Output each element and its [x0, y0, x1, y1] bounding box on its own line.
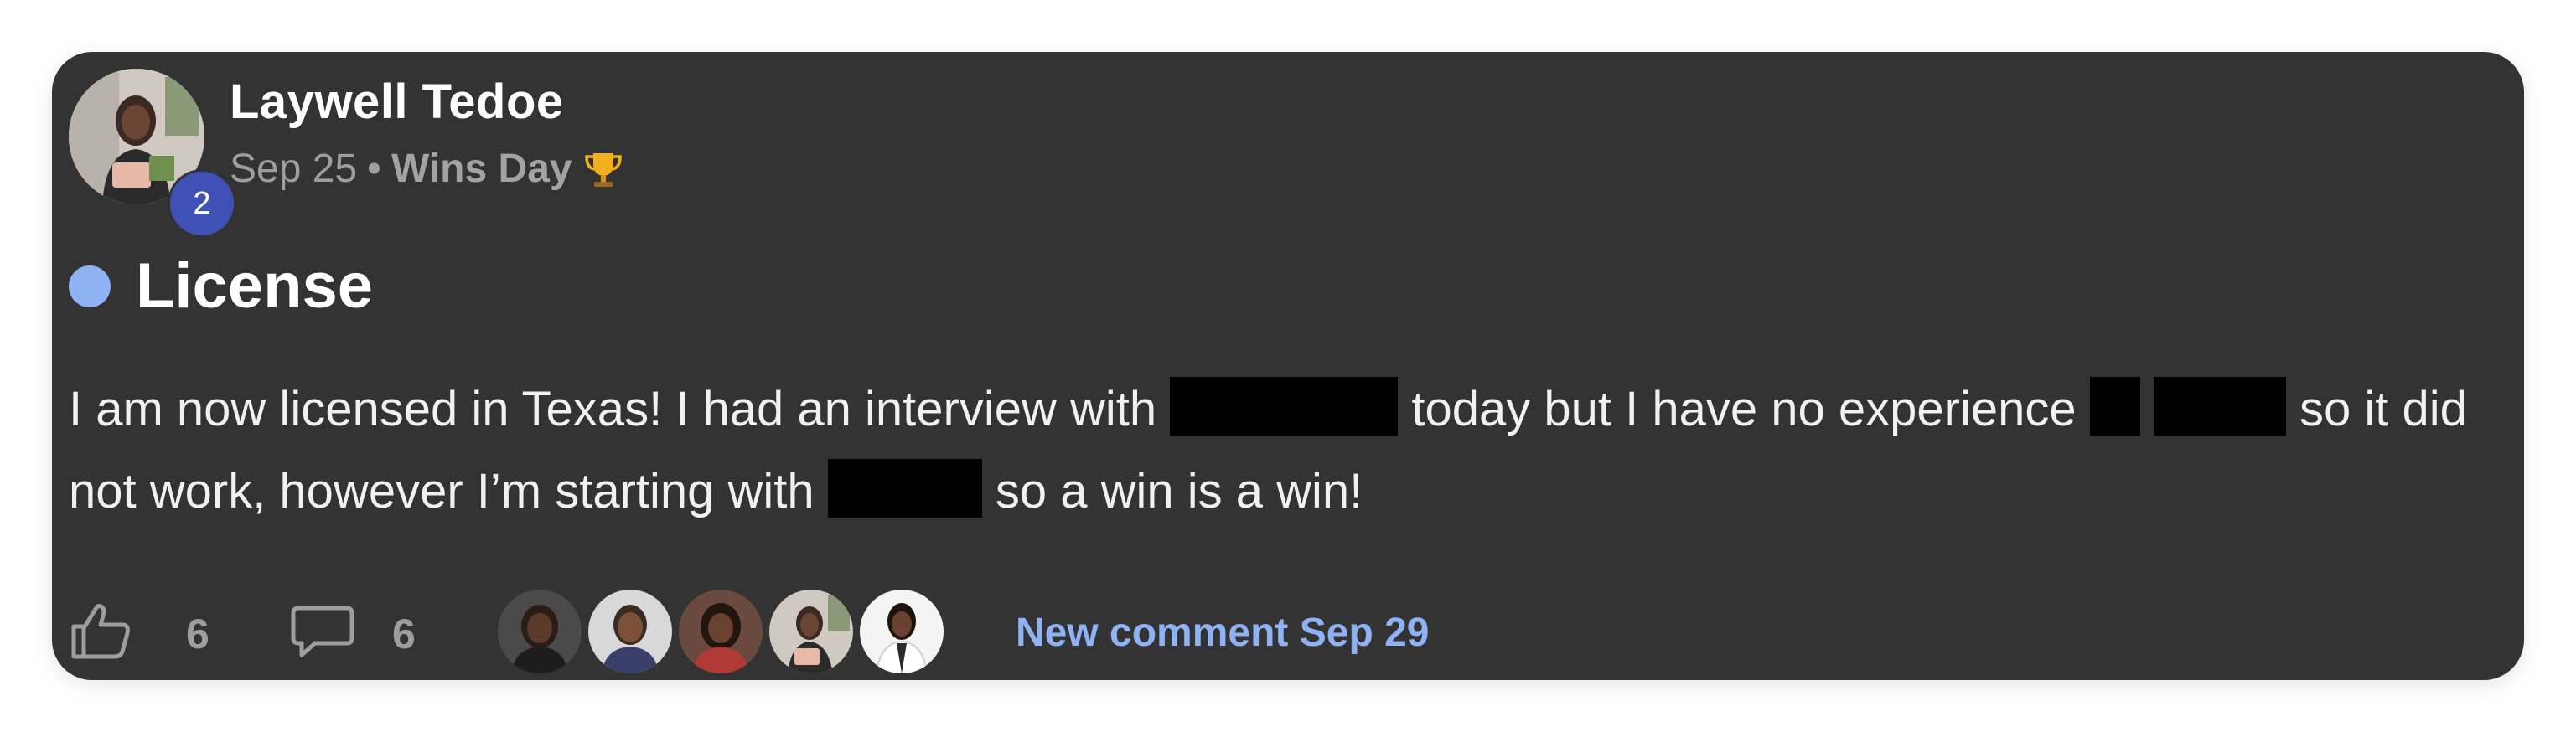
redacted-block	[2153, 377, 2286, 436]
thumbs-up-icon[interactable]	[69, 601, 132, 664]
post-footer: 6 6 New comment Sep 29	[69, 580, 2499, 675]
author-name[interactable]: Laywell Tedoe	[230, 74, 564, 130]
title-row[interactable]: License	[69, 250, 373, 322]
new-comment-link[interactable]: New comment Sep 29	[1016, 610, 1430, 656]
commenter-avatar[interactable]	[587, 588, 674, 675]
commenter-avatar[interactable]	[496, 588, 583, 675]
meta-separator: •	[367, 147, 381, 191]
author-avatar[interactable]: 2	[69, 69, 236, 238]
comment-count: 6	[392, 611, 416, 657]
body-text: so a win is a win!	[981, 464, 1363, 518]
commenter-avatar[interactable]	[768, 588, 855, 675]
post-meta: Sep 25 • Wins Day	[230, 146, 624, 192]
unread-indicator	[69, 265, 111, 307]
level-badge: 2	[168, 169, 236, 238]
body-text: today but I have no experience	[1398, 382, 2090, 436]
redacted-block	[2089, 377, 2140, 436]
post-date: Sep 25	[230, 147, 358, 191]
post-title[interactable]: License	[136, 250, 373, 322]
like-count: 6	[186, 611, 209, 657]
trophy-icon	[582, 148, 624, 190]
redacted-block	[827, 459, 982, 518]
body-text: I am now licensed in Texas! I had an int…	[69, 382, 1171, 436]
comment-icon[interactable]	[290, 605, 355, 662]
post-card[interactable]: 2 Laywell Tedoe Sep 25 • Wins Day Licens…	[52, 52, 2524, 680]
commenter-avatar[interactable]	[677, 588, 764, 675]
redacted-block	[1170, 377, 1399, 436]
post-body: I am now licensed in Texas! I had an int…	[69, 369, 2516, 533]
commenter-avatar[interactable]	[858, 588, 945, 675]
category-link[interactable]: Wins Day	[391, 146, 572, 192]
